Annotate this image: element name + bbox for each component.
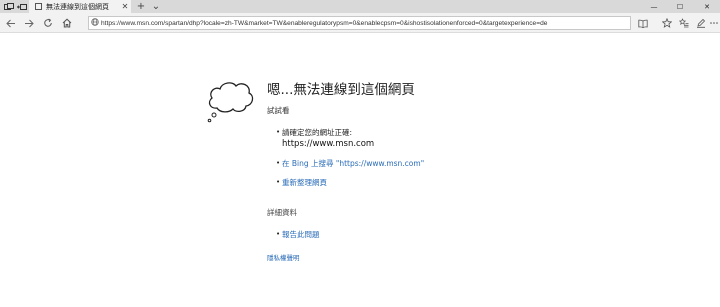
close-window-button[interactable]: ✕ <box>694 0 720 13</box>
page-content: 嗯...無法連線到這個網頁 試試看 • 請確定您的網址正確: https://w… <box>0 33 720 307</box>
tab-title: 無法連線到這個網頁 <box>46 2 109 11</box>
details-label: 詳細資料 <box>267 208 297 217</box>
list-bullet: • <box>276 159 281 167</box>
book-icon[interactable] <box>635 16 651 30</box>
browser-window: 無法連線到這個網頁 ✕ + ⌄ — ☐ ✕ https://www.msn.co… <box>0 0 720 307</box>
try-label: 試試看 <box>267 106 290 115</box>
forward-arrow-icon[interactable] <box>21 16 37 30</box>
maximize-button[interactable]: ☐ <box>667 0 693 13</box>
navigation-bar: https://www.msn.com/spartan/dhp?locale=z… <box>0 13 720 33</box>
check-address-text: 請確定您的網址正確: <box>282 128 353 137</box>
new-tab-button[interactable]: + <box>135 0 147 13</box>
address-text: https://www.msn.com <box>282 139 375 149</box>
tab-bar: 無法連線到這個網頁 ✕ + ⌄ — ☐ ✕ <box>0 0 720 13</box>
star-icon[interactable] <box>659 16 675 30</box>
globe-icon[interactable] <box>89 18 101 28</box>
report-problem-link[interactable]: 報告此問題 <box>282 229 320 240</box>
url-text[interactable]: https://www.msn.com/spartan/dhp?locale=z… <box>101 20 630 27</box>
tab-active[interactable]: 無法連線到這個網頁 ✕ <box>29 0 131 13</box>
pen-icon[interactable] <box>693 16 709 30</box>
address-bar[interactable]: https://www.msn.com/spartan/dhp?locale=z… <box>88 16 631 30</box>
page-icon <box>35 3 42 10</box>
search-bing-link[interactable]: 在 Bing 上搜尋 "https://www.msn.com" <box>282 158 424 169</box>
thought-cloud-icon <box>207 82 254 123</box>
refresh-page-link[interactable]: 重新整理網頁 <box>282 177 327 188</box>
more-icon[interactable] <box>708 16 720 30</box>
back-arrow-icon[interactable] <box>3 16 19 30</box>
error-title: 嗯...無法連線到這個網頁 <box>267 82 415 98</box>
tab-back-icon[interactable] <box>15 1 28 12</box>
privacy-statement-link[interactable]: 隱私權聲明 <box>267 252 300 262</box>
close-icon[interactable]: ✕ <box>119 2 131 11</box>
home-icon[interactable] <box>59 16 75 30</box>
favorites-list-icon[interactable] <box>676 16 692 30</box>
list-bullet: • <box>276 128 281 136</box>
tabs-icon[interactable] <box>2 1 15 12</box>
chevron-down-icon[interactable]: ⌄ <box>150 0 162 13</box>
refresh-icon[interactable] <box>40 16 56 30</box>
minimize-button[interactable]: — <box>641 0 667 13</box>
list-bullet: • <box>276 178 281 186</box>
list-bullet: • <box>276 230 281 238</box>
